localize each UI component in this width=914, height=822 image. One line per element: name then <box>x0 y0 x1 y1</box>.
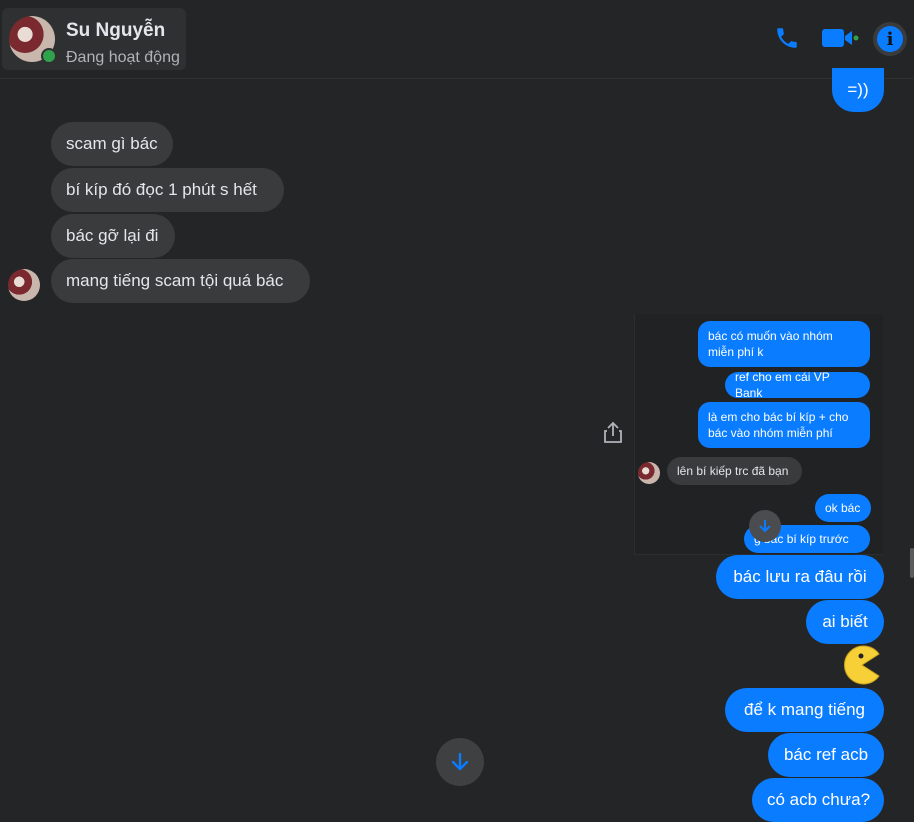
screenshot-message: ref cho em cái VP Bank <box>725 370 870 400</box>
contact-avatar[interactable] <box>8 269 40 301</box>
screenshot-message: là em cho bác bí kíp + cho bác vào nhóm … <box>698 402 870 448</box>
message-bubble-sent[interactable]: bác lưu ra đâu rồi <box>716 555 884 599</box>
screenshot-message: lên bí kiếp trc đã bạn <box>667 457 802 485</box>
screenshot-message: bác có muốn vào nhóm miễn phí k <box>698 321 870 367</box>
video-icon[interactable] <box>820 23 860 53</box>
message-bubble-received[interactable]: scam gì bác <box>51 122 173 166</box>
message-bubble-sent[interactable]: có acb chưa? <box>752 778 884 822</box>
message-bubble-sent[interactable]: ai biết <box>806 600 884 644</box>
message-bubble-sent[interactable]: bác ref acb <box>768 733 884 777</box>
screenshot-avatar <box>638 462 660 484</box>
message-bubble-received[interactable]: mang tiếng scam tội quá bác <box>51 259 310 303</box>
pacman-emoji-icon[interactable] <box>842 645 882 685</box>
contact-profile[interactable]: Su Nguyễn Đang hoạt động <box>2 8 186 70</box>
scrollbar-thumb[interactable] <box>910 548 914 578</box>
contact-status: Đang hoạt động <box>66 49 180 66</box>
message-bubble-received[interactable]: bí kíp đó đọc 1 phút s hết <box>51 168 284 212</box>
info-icon[interactable]: i <box>877 26 903 52</box>
screenshot-message: ok bác <box>815 494 871 522</box>
message-bubble-sent[interactable]: để k mang tiếng <box>725 688 884 732</box>
message-bubble-received[interactable]: bác gỡ lại đi <box>51 214 175 258</box>
contact-name[interactable]: Su Nguyễn <box>66 20 165 42</box>
chat-header: Su Nguyễn Đang hoạt động i <box>0 0 914 79</box>
share-icon[interactable] <box>600 420 626 446</box>
screenshot-scroll-down-icon <box>749 510 781 542</box>
arrow-down-icon <box>451 752 469 771</box>
phone-icon[interactable] <box>772 23 802 53</box>
info-button[interactable]: i <box>873 22 907 56</box>
scroll-to-bottom-button[interactable] <box>436 738 484 786</box>
message-bubble-sent[interactable]: =)) <box>832 68 884 112</box>
shared-image[interactable]: bác có muốn vào nhóm miễn phí k ref cho … <box>634 314 883 555</box>
online-status-icon <box>41 48 57 64</box>
